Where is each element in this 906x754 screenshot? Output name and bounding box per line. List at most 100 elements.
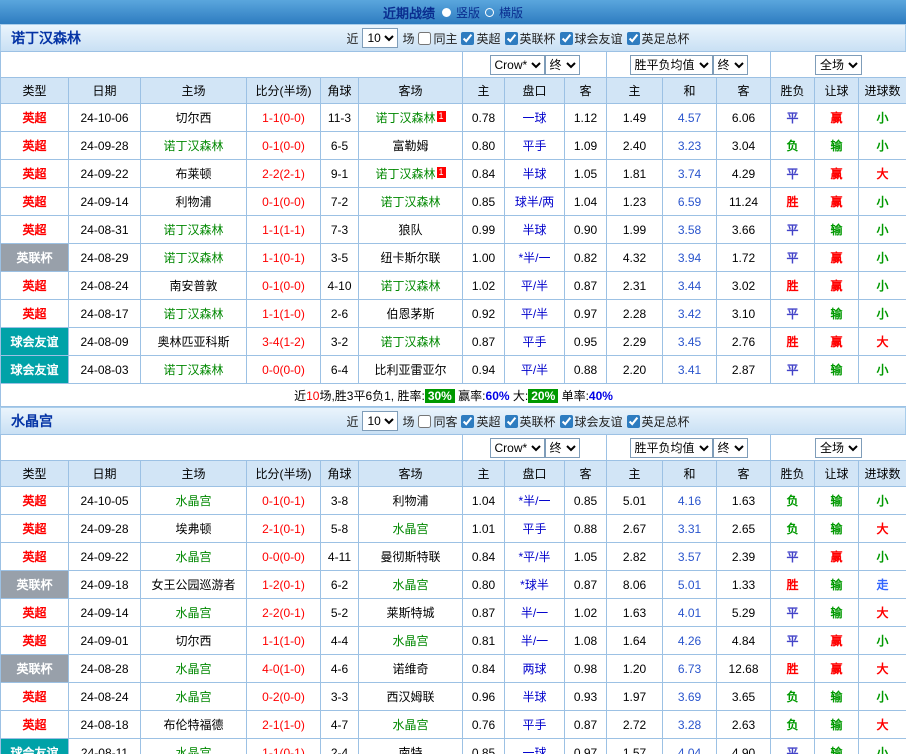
team-link[interactable]: 比利亚雷亚尔: [374, 363, 446, 377]
scope-select[interactable]: 全场: [815, 437, 863, 458]
league-filter[interactable]: 英足总杯: [626, 30, 690, 47]
team-link[interactable]: 南特: [398, 746, 422, 754]
home-team-cell[interactable]: 南安普敦: [140, 271, 247, 300]
league-filter[interactable]: 英超: [461, 30, 501, 47]
score-cell[interactable]: 1-1(1-0): [246, 299, 321, 328]
recent-count-select[interactable]: 10: [362, 28, 399, 48]
team-link[interactable]: 布伦特福德: [163, 718, 223, 732]
league-filter[interactable]: 英联杯: [504, 30, 556, 47]
score-cell[interactable]: 0-1(0-0): [246, 131, 321, 160]
team-link[interactable]: 南安普敦: [169, 279, 217, 293]
home-team-cell[interactable]: 布莱顿: [140, 159, 247, 188]
team-link[interactable]: 布莱顿: [175, 167, 211, 181]
league-filter-checkbox[interactable]: [461, 31, 475, 45]
team-link[interactable]: 水晶宫: [175, 606, 211, 620]
home-team-cell[interactable]: 水晶宫: [140, 682, 247, 711]
away-team-cell[interactable]: 莱斯特城: [358, 598, 463, 627]
league-filter[interactable]: 球会友谊: [559, 30, 623, 47]
away-team-cell[interactable]: 水晶宫: [358, 514, 463, 543]
home-team-cell[interactable]: 利物浦: [140, 187, 247, 216]
euro-odds-source-select[interactable]: 胜平负均值: [629, 54, 713, 75]
asian-odds-time-select[interactable]: 终: [544, 437, 580, 458]
away-team-cell[interactable]: 诺维奇: [358, 654, 463, 683]
league-filter-checkbox[interactable]: [559, 414, 573, 428]
home-team-cell[interactable]: 埃弗顿: [140, 514, 247, 543]
home-team-cell[interactable]: 奥林匹亚科斯: [140, 327, 247, 356]
home-team-cell[interactable]: 水晶宫: [140, 654, 247, 683]
same-venue-checkbox[interactable]: [418, 414, 432, 428]
team-link[interactable]: 诺丁汉森林: [380, 335, 440, 349]
away-team-cell[interactable]: 水晶宫: [358, 626, 463, 655]
home-team-cell[interactable]: 诺丁汉森林: [140, 215, 247, 244]
score-cell[interactable]: 1-1(1-0): [246, 626, 321, 655]
team-link[interactable]: 诺丁汉森林: [380, 195, 440, 209]
team-link[interactable]: 诺丁汉森林: [163, 363, 223, 377]
league-filter[interactable]: 球会友谊: [559, 413, 623, 430]
score-cell[interactable]: 2-2(2-1): [246, 159, 321, 188]
league-filter-checkbox[interactable]: [461, 414, 475, 428]
away-team-cell[interactable]: 诺丁汉森林: [358, 187, 463, 216]
euro-odds-time-select[interactable]: 终: [712, 437, 748, 458]
team-link[interactable]: 水晶宫: [175, 690, 211, 704]
team-link[interactable]: 埃弗顿: [175, 522, 211, 536]
asian-odds-source-select[interactable]: Crow*: [489, 54, 545, 75]
score-cell[interactable]: 2-1(0-1): [246, 514, 321, 543]
home-team-cell[interactable]: 切尔西: [140, 626, 247, 655]
league-filter-checkbox[interactable]: [504, 414, 518, 428]
away-team-cell[interactable]: 比利亚雷亚尔: [358, 355, 463, 384]
score-cell[interactable]: 4-0(1-0): [246, 654, 321, 683]
asian-odds-time-select[interactable]: 终: [544, 54, 580, 75]
score-cell[interactable]: 0-1(0-1): [246, 486, 321, 515]
scope-select[interactable]: 全场: [815, 54, 863, 75]
away-team-cell[interactable]: 狼队: [358, 215, 463, 244]
team-link[interactable]: 切尔西: [175, 111, 211, 125]
team-link[interactable]: 女王公园巡游者: [151, 578, 235, 592]
team-link[interactable]: 伯恩茅斯: [386, 307, 434, 321]
team-link[interactable]: 水晶宫: [175, 494, 211, 508]
team-link[interactable]: 诺丁汉森林: [163, 139, 223, 153]
score-cell[interactable]: 2-1(1-0): [246, 710, 321, 739]
away-team-cell[interactable]: 诺丁汉森林: [358, 271, 463, 300]
home-team-cell[interactable]: 水晶宫: [140, 542, 247, 571]
away-team-cell[interactable]: 伯恩茅斯: [358, 299, 463, 328]
team-link[interactable]: 狼队: [398, 223, 422, 237]
league-filter[interactable]: 英超: [461, 413, 501, 430]
away-team-cell[interactable]: 利物浦: [358, 486, 463, 515]
same-venue-toggle[interactable]: 同客: [418, 413, 457, 430]
team-link[interactable]: 西汉姆联: [386, 690, 434, 704]
score-cell[interactable]: 0-0(0-0): [246, 355, 321, 384]
score-cell[interactable]: 0-0(0-0): [246, 542, 321, 571]
team-link[interactable]: 水晶宫: [175, 550, 211, 564]
league-filter-checkbox[interactable]: [626, 31, 640, 45]
team-link[interactable]: 水晶宫: [392, 522, 428, 536]
euro-odds-source-select[interactable]: 胜平负均值: [629, 437, 713, 458]
same-venue-toggle[interactable]: 同主: [418, 30, 457, 47]
team-link[interactable]: 诺维奇: [392, 662, 428, 676]
same-venue-checkbox[interactable]: [418, 31, 432, 45]
home-team-cell[interactable]: 水晶宫: [140, 738, 247, 754]
asian-odds-source-select[interactable]: Crow*: [489, 437, 545, 458]
away-team-cell[interactable]: 诺丁汉森林 1: [358, 103, 463, 132]
team-link[interactable]: 诺丁汉森林: [375, 111, 435, 125]
away-team-cell[interactable]: 曼彻斯特联: [358, 542, 463, 571]
vertical-layout-radio[interactable]: [441, 7, 451, 17]
recent-count-select[interactable]: 10: [362, 411, 399, 431]
score-cell[interactable]: 3-4(1-2): [246, 327, 321, 356]
team-link[interactable]: 奥林匹亚科斯: [157, 335, 229, 349]
team-link[interactable]: 富勒姆: [392, 139, 428, 153]
home-team-cell[interactable]: 诺丁汉森林: [140, 299, 247, 328]
away-team-cell[interactable]: 南特: [358, 738, 463, 754]
team-link[interactable]: 水晶宫: [175, 662, 211, 676]
team-link[interactable]: 莱斯特城: [386, 606, 434, 620]
league-filter-checkbox[interactable]: [626, 414, 640, 428]
league-filter-checkbox[interactable]: [504, 31, 518, 45]
league-filter[interactable]: 英足总杯: [626, 413, 690, 430]
team-link[interactable]: 利物浦: [175, 195, 211, 209]
away-team-cell[interactable]: 诺丁汉森林: [358, 327, 463, 356]
score-cell[interactable]: 0-1(0-0): [246, 271, 321, 300]
team-link[interactable]: 水晶宫: [392, 634, 428, 648]
score-cell[interactable]: 1-1(0-1): [246, 738, 321, 754]
home-team-cell[interactable]: 女王公园巡游者: [140, 570, 247, 599]
team-link[interactable]: 诺丁汉森林: [375, 167, 435, 181]
home-team-cell[interactable]: 布伦特福德: [140, 710, 247, 739]
